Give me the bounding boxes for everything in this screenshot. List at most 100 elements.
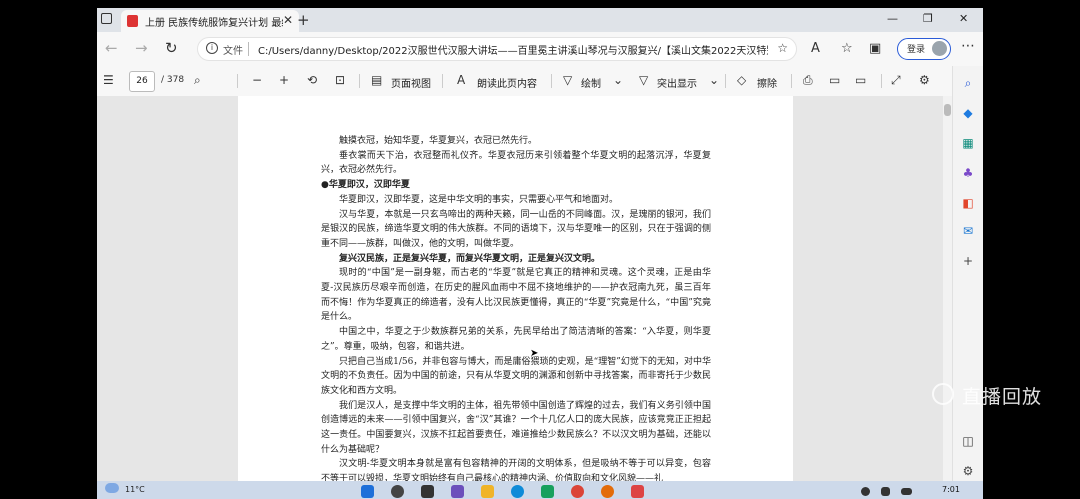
info-icon[interactable]: i bbox=[206, 42, 218, 54]
tab-active[interactable]: 上册 民族传统服饰复兴计划 最终 ✕ bbox=[121, 10, 299, 32]
browser-window: 上册 民族传统服饰复兴计划 最终 ✕ + — ❐ ✕ ← → ↻ i 文件 C:… bbox=[97, 8, 983, 499]
weather-icon[interactable] bbox=[105, 483, 119, 493]
draw-icon[interactable]: ▽ bbox=[563, 73, 572, 87]
wifi-icon[interactable] bbox=[861, 487, 870, 496]
contents-icon[interactable]: ☰ bbox=[103, 73, 114, 87]
address-path[interactable]: C:/Users/danny/Desktop/2022汉服世代汉服大讲坛——百里… bbox=[258, 42, 768, 57]
document-paragraph: 华夏即汉，汉即华夏，这是中华文明的事实，只需要心平气和地面对。 bbox=[339, 194, 619, 205]
scrollbar-thumb[interactable] bbox=[944, 104, 951, 116]
document-page: 触摸衣冠，始知华夏，华夏复兴，衣冠已然先行。垂衣裳而天下治，衣冠整而礼仪齐。华夏… bbox=[238, 96, 793, 486]
find-icon[interactable]: ⌕ bbox=[194, 73, 201, 88]
toolbar-divider bbox=[442, 74, 443, 88]
address-divider bbox=[248, 42, 249, 56]
document-paragraph: 复兴汉民族，正是复兴华夏，而复兴华夏文明，正是复兴汉文明。 bbox=[339, 253, 601, 264]
task-view-icon[interactable] bbox=[421, 485, 434, 498]
page-total: / 378 bbox=[161, 75, 185, 85]
toolbar-divider bbox=[359, 74, 360, 88]
volume-icon[interactable] bbox=[881, 487, 890, 496]
document-viewer[interactable]: 触摸衣冠，始知华夏，华夏复兴，衣冠已然先行。垂衣裳而天下治，衣冠整而礼仪齐。华夏… bbox=[97, 96, 952, 486]
print-icon[interactable]: ⎙ bbox=[803, 73, 813, 88]
start-icon[interactable] bbox=[361, 485, 374, 498]
app-icon[interactable] bbox=[601, 485, 614, 498]
file-explorer-icon[interactable] bbox=[481, 485, 494, 498]
save-icon[interactable]: ▭ bbox=[829, 73, 840, 87]
office-app-icon[interactable] bbox=[631, 485, 644, 498]
live-replay-watermark: 直播回放 bbox=[932, 380, 1072, 410]
workspaces-icon[interactable] bbox=[101, 13, 112, 24]
document-paragraph: 我们是汉人，是支撑中华文明的主体，祖先带领中国创造了辉煌的过去，我们有义务引领中… bbox=[321, 400, 711, 455]
hide-sidebar-icon[interactable]: ◫ bbox=[961, 434, 975, 448]
favorites-icon[interactable]: ☆ bbox=[841, 41, 853, 56]
tools-icon[interactable]: ▦ bbox=[961, 136, 975, 150]
sidebar-settings-icon[interactable]: ⚙ bbox=[961, 464, 975, 478]
page-view-button[interactable]: 页面视图 bbox=[391, 75, 431, 90]
outlook-icon[interactable]: ✉ bbox=[961, 224, 975, 238]
shopping-tag-icon[interactable]: ◆ bbox=[961, 106, 975, 120]
mouse-cursor-icon: ➤ bbox=[530, 348, 539, 359]
eraser-icon[interactable]: ◇ bbox=[737, 73, 746, 87]
toolbar-divider bbox=[551, 74, 552, 88]
avatar bbox=[932, 41, 947, 56]
highlight-button[interactable]: 突出显示 bbox=[657, 75, 697, 90]
back-icon[interactable]: ← bbox=[105, 39, 118, 57]
login-button[interactable]: 登录 bbox=[897, 38, 951, 60]
toolbar-divider bbox=[237, 74, 238, 88]
more-menu-icon[interactable]: ⋯ bbox=[961, 38, 975, 54]
document-paragraph: ●华夏即汉，汉即华夏 bbox=[321, 180, 410, 191]
document-paragraph: 汉与华夏，本就是一只玄鸟啼出的两种天籁，同一山岳的不同峰面。汉，是瑰丽的银河，我… bbox=[321, 209, 711, 249]
read-aloud-icon[interactable]: A bbox=[457, 73, 465, 87]
watermark-text: 直播回放 bbox=[962, 386, 1043, 408]
document-paragraph: 只把自己当成1/56，并非包容与博大，而是庸俗猥琐的史观，是“理智”幻觉下的无知… bbox=[321, 356, 711, 396]
rotate-icon[interactable]: ⟲ bbox=[307, 73, 317, 87]
read-aloud-button[interactable]: 朗读此页内容 bbox=[477, 75, 537, 90]
highlight-icon[interactable]: ▽ bbox=[639, 73, 648, 87]
taskbar-clock[interactable]: 7:01 bbox=[942, 485, 960, 494]
edge-sidebar: ⌕ ◆ ▦ ♣ ◧ ✉ + ◫ ⚙ bbox=[952, 66, 983, 486]
close-window-icon[interactable]: ✕ bbox=[959, 12, 968, 25]
favorite-add-icon[interactable]: ☆ bbox=[777, 41, 788, 55]
page-number-input[interactable]: 26 bbox=[129, 71, 155, 92]
zoom-in-icon[interactable]: + bbox=[279, 73, 289, 87]
taskbar-search-icon[interactable] bbox=[391, 485, 404, 498]
reading-mode-icon[interactable]: A bbox=[811, 41, 820, 56]
minimize-icon[interactable]: — bbox=[887, 12, 898, 25]
document-paragraph: 触摸衣冠，始知华夏，华夏复兴，衣冠已然先行。 bbox=[339, 136, 538, 146]
games-icon[interactable]: ♣ bbox=[961, 166, 975, 180]
zoom-out-icon[interactable]: − bbox=[252, 73, 262, 87]
edge-icon[interactable] bbox=[511, 485, 524, 498]
close-tab-icon[interactable]: ✕ bbox=[283, 13, 293, 27]
settings-icon[interactable]: ⚙ bbox=[919, 73, 930, 87]
document-paragraph: 垂衣裳而天下治，衣冠整而礼仪齐。华夏衣冠历来引领着整个华夏文明的起落沉浮，华夏复… bbox=[321, 150, 711, 176]
replay-icon bbox=[932, 383, 954, 405]
chrome-icon[interactable] bbox=[571, 485, 584, 498]
maximize-icon[interactable]: ❐ bbox=[923, 12, 933, 25]
highlight-dropdown-icon[interactable]: ⌄ bbox=[709, 73, 719, 87]
fullscreen-icon[interactable]: ⤢ bbox=[891, 73, 901, 88]
store-icon[interactable] bbox=[541, 485, 554, 498]
temperature: 11°C bbox=[125, 485, 145, 494]
address-row: ← → ↻ i 文件 C:/Users/danny/Desktop/2022汉服… bbox=[97, 32, 983, 66]
page-view-icon[interactable]: ▤ bbox=[371, 73, 382, 87]
toolbar-divider bbox=[791, 74, 792, 88]
new-tab-button[interactable]: + bbox=[297, 11, 310, 29]
teams-icon[interactable] bbox=[451, 485, 464, 498]
address-label: 文件 bbox=[223, 46, 243, 57]
add-sidebar-icon[interactable]: + bbox=[961, 254, 975, 268]
collections-icon[interactable]: ▣ bbox=[869, 41, 881, 56]
pdf-toolbar: ☰ 26 / 378 ⌕ − + ⟲ ⊡ ▤ 页面视图 A 朗读此页内容 ▽ 绘… bbox=[97, 66, 952, 97]
search-icon[interactable]: ⌕ bbox=[961, 76, 975, 90]
fit-page-icon[interactable]: ⊡ bbox=[335, 73, 345, 87]
taskbar: 11°C 7:01 bbox=[97, 481, 983, 499]
address-bar[interactable]: i 文件 C:/Users/danny/Desktop/2022汉服世代汉服大讲… bbox=[197, 37, 797, 61]
draw-button[interactable]: 绘制 bbox=[581, 75, 601, 90]
refresh-icon[interactable]: ↻ bbox=[165, 39, 178, 57]
save-as-icon[interactable]: ▭ bbox=[855, 73, 866, 87]
vertical-scrollbar[interactable] bbox=[943, 96, 952, 486]
toolbar-divider bbox=[881, 74, 882, 88]
forward-icon[interactable]: → bbox=[135, 39, 148, 57]
erase-button[interactable]: 擦除 bbox=[757, 75, 777, 90]
office-icon[interactable]: ◧ bbox=[961, 196, 975, 210]
draw-dropdown-icon[interactable]: ⌄ bbox=[613, 73, 623, 87]
battery-icon[interactable] bbox=[901, 488, 912, 495]
tab-bar: 上册 民族传统服饰复兴计划 最终 ✕ + — ❐ ✕ bbox=[97, 8, 983, 32]
